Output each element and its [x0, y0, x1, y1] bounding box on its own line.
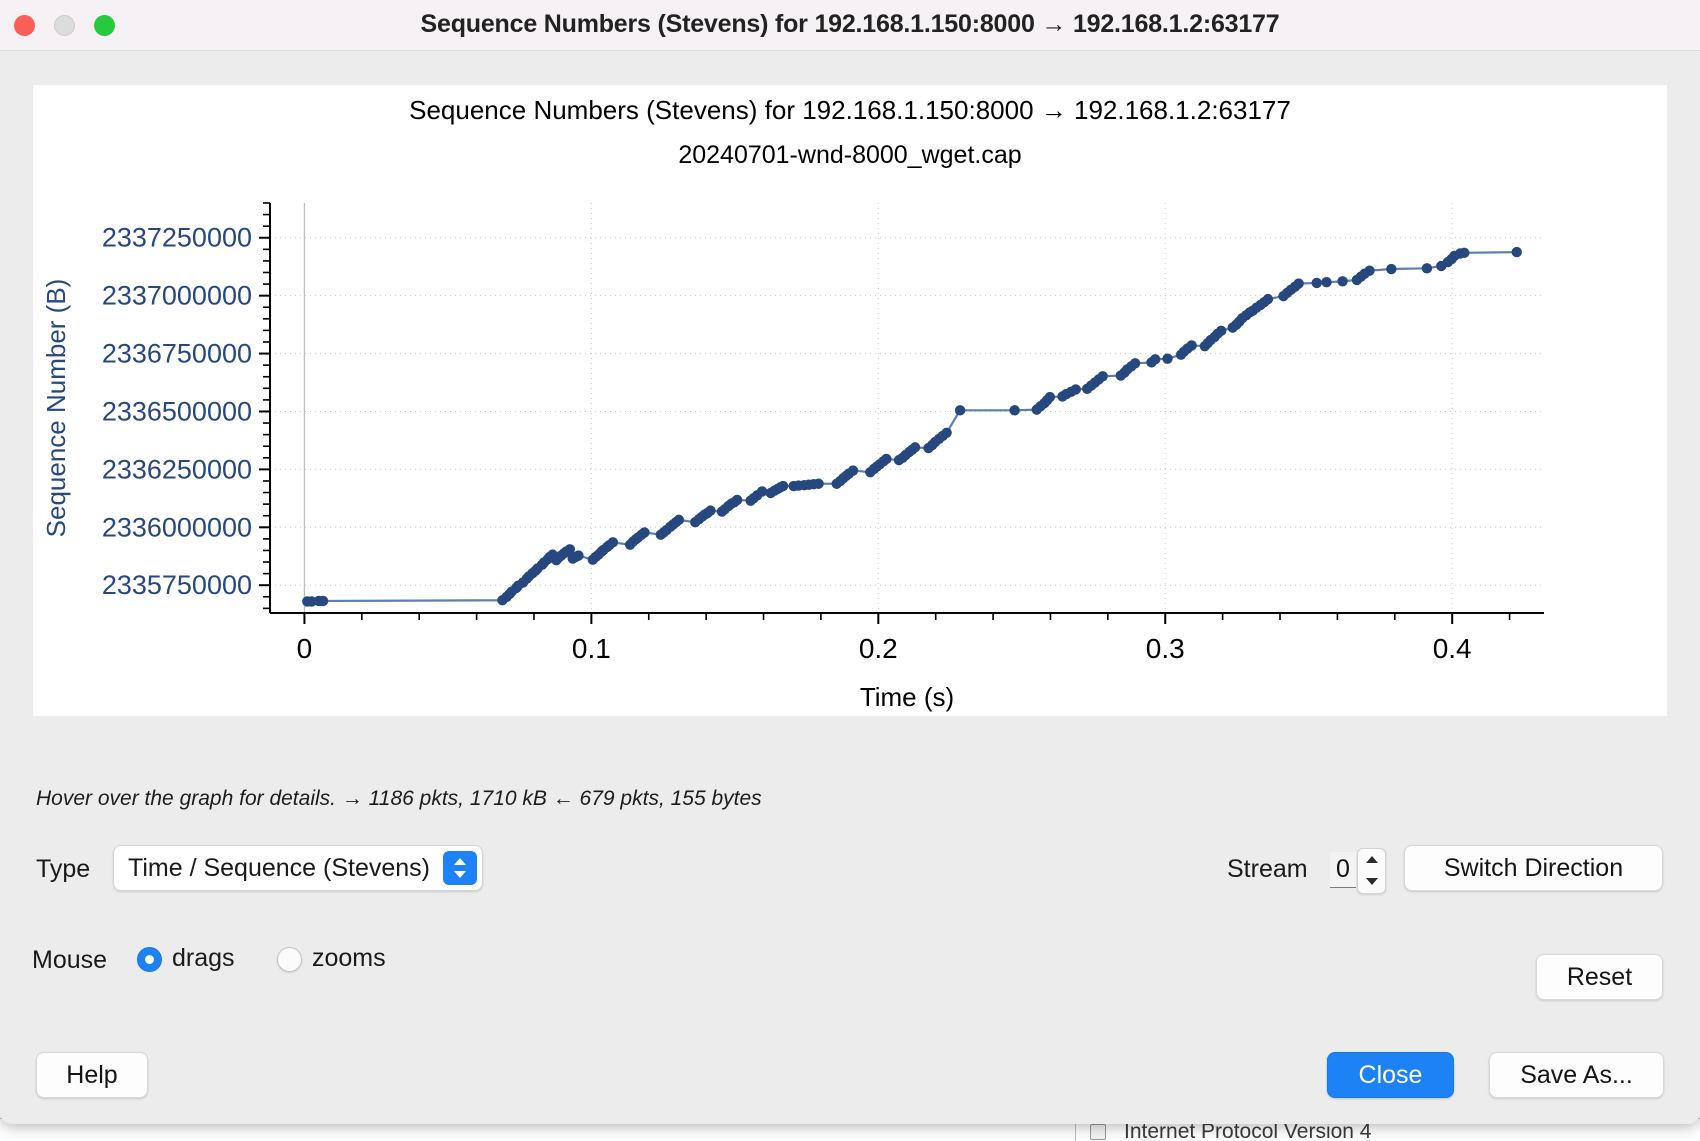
radio-unselected-icon[interactable] [277, 947, 302, 972]
svg-text:Sequence Number (B): Sequence Number (B) [41, 279, 71, 538]
svg-text:0.4: 0.4 [1433, 633, 1472, 664]
svg-text:0.3: 0.3 [1146, 633, 1185, 664]
chart-panel[interactable]: Sequence Numbers (Stevens) for 192.168.1… [33, 85, 1667, 716]
svg-text:2336250000: 2336250000 [102, 454, 252, 484]
close-button[interactable]: Close [1327, 1052, 1454, 1098]
svg-text:0: 0 [297, 633, 313, 664]
svg-text:0.2: 0.2 [859, 633, 898, 664]
reset-button[interactable]: Reset [1536, 954, 1663, 1000]
save-as-button[interactable]: Save As... [1489, 1052, 1664, 1098]
sequence-plot[interactable]: 2335750000 2336000000 2336250000 2336500000… [33, 85, 1667, 716]
mouse-label: Mouse [32, 946, 108, 974]
type-label: Type [36, 855, 91, 883]
stream-label: Stream [1227, 855, 1308, 883]
radio-mouse-zooms-label: zooms [312, 944, 386, 972]
help-button[interactable]: Help [36, 1052, 148, 1098]
sequence-numbers-window: Sequence Numbers (Stevens) for 192.168.1… [0, 0, 1700, 1124]
svg-text:Time (s): Time (s) [860, 682, 954, 712]
type-select-value: Time / Sequence (Stevens) [128, 854, 430, 882]
radio-mouse-drags-label: drags [172, 944, 235, 972]
svg-text:2337000000: 2337000000 [102, 281, 252, 311]
background-checkbox[interactable] [1090, 1124, 1106, 1140]
hover-hint-text: Hover over the graph for details. → 1186… [36, 787, 762, 810]
svg-text:2337250000: 2337250000 [102, 223, 252, 253]
stream-stepper[interactable] [1357, 848, 1386, 894]
window-titlebar: Sequence Numbers (Stevens) for 192.168.1… [0, 0, 1700, 51]
switch-direction-button[interactable]: Switch Direction [1404, 845, 1663, 891]
svg-text:2336000000: 2336000000 [102, 512, 252, 542]
type-select[interactable]: Time / Sequence (Stevens) [113, 845, 483, 891]
chevron-updown-icon[interactable] [443, 851, 477, 885]
svg-text:2335750000: 2335750000 [102, 570, 252, 600]
svg-text:0.1: 0.1 [572, 633, 611, 664]
stepper-increment-icon[interactable] [1358, 849, 1385, 871]
svg-text:2336500000: 2336500000 [102, 396, 252, 426]
stream-input[interactable]: 0 [1330, 852, 1356, 888]
svg-text:2336750000: 2336750000 [102, 339, 252, 369]
window-title: Sequence Numbers (Stevens) for 192.168.1… [420, 10, 1280, 38]
radio-selected-icon[interactable] [137, 947, 162, 972]
stepper-decrement-icon[interactable] [1358, 871, 1385, 893]
